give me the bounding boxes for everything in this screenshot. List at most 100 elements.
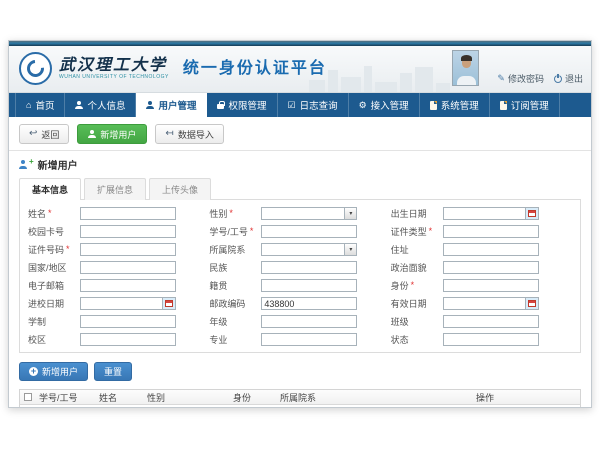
table-header-row: 学号/工号 姓名 性别 身份 所属院系 操作 (20, 390, 580, 405)
reset-button[interactable]: 重置 (94, 362, 132, 381)
field-label: 国家/地区 (28, 261, 67, 274)
field-label: 专业 (209, 333, 227, 346)
field-label: 身份 (391, 279, 409, 292)
department-select[interactable] (262, 244, 344, 255)
import-arrow-icon: ↤ (165, 129, 173, 139)
form-field-status: 状态 (391, 333, 572, 346)
calendar-icon[interactable] (525, 298, 538, 309)
form-field-id-number: 证件号码* (28, 243, 209, 256)
address-input[interactable] (444, 244, 538, 255)
nav-tab-personal-info[interactable]: 个人信息 (65, 93, 136, 117)
power-icon (554, 75, 562, 83)
birth-date-input[interactable] (444, 208, 525, 219)
home-icon: ⌂ (26, 101, 31, 110)
site-header: 武汉理工大学 WUHAN UNIVERSITY OF TECHNOLOGY 统一… (9, 46, 591, 93)
document-icon (430, 101, 437, 110)
user-avatar[interactable] (452, 50, 479, 86)
nav-tab-label: 首页 (35, 98, 54, 112)
required-asterisk: * (48, 209, 52, 218)
chevron-down-icon[interactable]: ▾ (344, 244, 356, 255)
col-name: 姓名 (96, 391, 144, 404)
major-input[interactable] (262, 334, 356, 345)
form-field-identity: 身份* (391, 279, 572, 292)
id-number-input[interactable] (81, 244, 175, 255)
data-import-button[interactable]: ↤数据导入 (155, 124, 223, 144)
basic-info-form: 姓名* 性别*▾ 出生日期 校园卡号 学号/工号* 证件类型* 证件号码* 所属… (19, 199, 581, 353)
nav-tab-user-management[interactable]: 用户管理 (136, 93, 207, 117)
field-label: 民族 (209, 261, 227, 274)
status-input[interactable] (444, 334, 538, 345)
back-button[interactable]: ↩返回 (19, 124, 69, 144)
submit-add-user-button[interactable]: 新增用户 (19, 362, 88, 381)
document-icon (500, 101, 507, 110)
form-field-id-type: 证件类型* (391, 225, 572, 238)
logout-link[interactable]: 退出 (554, 72, 583, 85)
add-user-button[interactable]: 新增用户 (77, 124, 147, 144)
schooling-length-input[interactable] (81, 316, 175, 327)
nav-tab-subscription-management[interactable]: 订阅管理 (490, 93, 560, 117)
campus-input[interactable] (81, 334, 175, 345)
change-password-label: 修改密码 (508, 72, 544, 85)
person-icon (75, 101, 83, 109)
col-operations: 操作 (473, 391, 580, 404)
id-type-input[interactable] (444, 226, 538, 237)
calendar-icon[interactable] (162, 298, 175, 309)
field-label: 证件类型 (391, 225, 427, 238)
gender-select[interactable] (262, 208, 344, 219)
gear-icon: ⚙ (359, 101, 367, 110)
toolbar: ↩返回 新增用户 ↤数据导入 (9, 117, 591, 151)
political-status-input[interactable] (444, 262, 538, 273)
grade-input[interactable] (262, 316, 356, 327)
col-student-id: 学号/工号 (36, 391, 96, 404)
enrollment-date-input[interactable] (81, 298, 162, 309)
email-input[interactable] (81, 280, 175, 291)
change-password-link[interactable]: ✎修改密码 (497, 72, 544, 85)
student-id-input[interactable] (262, 226, 356, 237)
field-label: 学号/工号 (209, 225, 248, 238)
tab-extended-info[interactable]: 扩展信息 (84, 178, 146, 200)
tab-upload-avatar[interactable]: 上传头像 (149, 178, 211, 200)
class-input[interactable] (444, 316, 538, 327)
form-field-major: 专业 (209, 333, 390, 346)
form-field-student-id: 学号/工号* (209, 225, 390, 238)
field-label: 电子邮箱 (28, 279, 64, 292)
name-input[interactable] (81, 208, 175, 219)
tab-basic-info[interactable]: 基本信息 (19, 178, 81, 200)
country-region-input[interactable] (81, 262, 175, 273)
user-add-icon (88, 130, 96, 138)
select-all-checkbox[interactable] (24, 393, 32, 401)
nav-tab-permission-management[interactable]: 权限管理 (207, 93, 277, 117)
form-field-postal-code: 邮政编码 (209, 297, 390, 310)
postal-code-input[interactable] (262, 298, 356, 309)
native-place-input[interactable] (262, 280, 356, 291)
nav-tab-label: 用户管理 (158, 98, 196, 112)
field-label: 政治面貌 (391, 261, 427, 274)
required-asterisk: * (66, 245, 70, 254)
calendar-icon[interactable] (525, 208, 538, 219)
field-label: 住址 (391, 243, 409, 256)
ethnicity-input[interactable] (262, 262, 356, 273)
nav-tab-label: 系统管理 (441, 98, 479, 112)
field-label: 状态 (391, 333, 409, 346)
nav-tab-label: 接入管理 (371, 98, 409, 112)
checkbox-icon: ☑ (288, 101, 296, 110)
field-label: 性别 (209, 207, 227, 220)
form-field-ethnicity: 民族 (209, 261, 390, 274)
nav-tab-system-management[interactable]: 系统管理 (420, 93, 490, 117)
form-actions: 新增用户 重置 (19, 362, 581, 381)
campus-card-input[interactable] (81, 226, 175, 237)
col-department: 所属院系 (277, 391, 473, 404)
nav-tab-log-query[interactable]: ☑日志查询 (278, 93, 349, 117)
chevron-down-icon[interactable]: ▾ (344, 208, 356, 219)
user-table: 学号/工号 姓名 性别 身份 所属院系 操作 (19, 389, 581, 407)
nav-tab-home[interactable]: ⌂ 首页 (15, 93, 65, 117)
identity-input[interactable] (444, 280, 538, 291)
page: 武汉理工大学 WUHAN UNIVERSITY OF TECHNOLOGY 统一… (0, 0, 600, 450)
valid-date-input[interactable] (444, 298, 525, 309)
form-field-enrollment-date: 进校日期 (28, 297, 209, 310)
field-label: 进校日期 (28, 297, 64, 310)
submit-label: 新增用户 (42, 365, 78, 378)
form-field-campus-card: 校园卡号 (28, 225, 209, 238)
university-name-cn: 武汉理工大学 (59, 57, 169, 73)
nav-tab-access-management[interactable]: ⚙ 接入管理 (349, 93, 420, 117)
